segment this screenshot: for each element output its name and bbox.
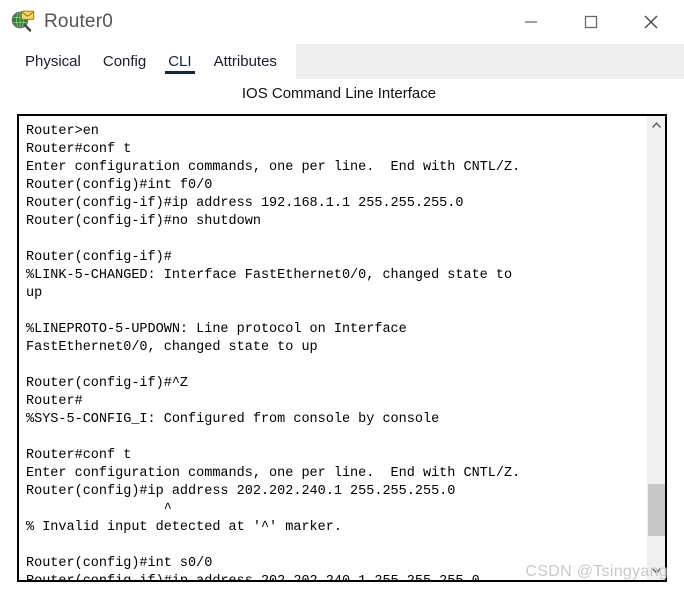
scrollbar-thumb[interactable] [648,484,665,536]
maximize-icon [582,13,600,31]
tab-config[interactable]: Config [92,44,157,79]
scrollbar-down-button[interactable] [648,561,665,580]
terminal-line: %SYS-5-CONFIG_I: Configured from console… [26,412,440,427]
terminal-line: Router(config)#int s0/0 [26,556,213,571]
terminal-line: up [26,286,43,301]
cli-header-label: IOS Command Line Interface [241,84,437,102]
terminal-output[interactable]: Router>en Router#conf t Enter configuratio… [19,116,647,580]
terminal-line: Router#conf t [26,448,132,463]
terminal-line: Router>en [26,124,99,139]
tab-strip: Physical Config CLI Attributes [0,44,684,79]
router-cli-window: Router0 Physical Config CLI Attributes I… [0,0,684,595]
terminal-line: Router(config-if)# [26,250,172,265]
terminal-frame: Router>en Router#conf t Enter configuratio… [17,114,667,582]
scrollbar-up-button[interactable] [648,116,665,135]
terminal-line: Router(config-if)#ip address 202.202.240… [26,573,647,580]
terminal-line: Router(config-if)#no shutdown [26,214,261,229]
tab-strip-left-padding [0,44,10,79]
terminal-line: %LINEPROTO-5-UPDOWN: Line protocol on In… [26,322,407,337]
terminal-line: FastEthernet0/0, changed state to up [26,340,318,355]
tab-strip-filler [295,44,684,79]
minimize-button[interactable] [508,0,554,44]
chevron-down-icon [651,562,662,580]
terminal-line: Router(config)#ip address 202.202.240.1 … [26,484,456,499]
tab-attributes[interactable]: Attributes [203,44,288,79]
terminal-line: Router# [26,394,83,409]
terminal-line: Router(config-if)#ip address 192.168.1.1… [26,196,464,211]
cli-header: IOS Command Line Interface [0,79,684,107]
packet-tracer-device-icon [10,9,36,35]
chevron-up-icon [651,117,662,135]
terminal-scrollbar[interactable] [647,116,665,580]
terminal-line: ^ [26,502,172,517]
terminal-line: Enter configuration commands, one per li… [26,160,521,175]
terminal-line: Router#conf t [26,142,132,157]
close-icon [641,12,661,32]
title-bar: Router0 [0,0,684,44]
close-button[interactable] [628,0,674,44]
tab-physical[interactable]: Physical [14,44,92,79]
terminal-line: Router(config-if)#^Z [26,376,189,391]
minimize-icon [522,13,540,31]
tab-cli[interactable]: CLI [157,44,202,79]
window-title: Router0 [44,11,113,32]
terminal-line: Router(config)#int f0/0 [26,178,213,193]
terminal-line: Enter configuration commands, one per li… [26,466,521,481]
maximize-button[interactable] [568,0,614,44]
tab-list: Physical Config CLI Attributes [10,44,296,79]
terminal-line: %LINK-5-CHANGED: Interface FastEthernet0… [26,268,513,283]
terminal-line: % Invalid input detected at '^' marker. [26,520,342,535]
